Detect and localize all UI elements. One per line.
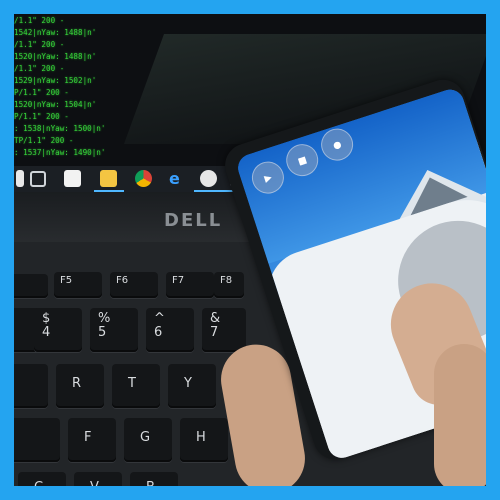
key-label: $ 4 (42, 312, 50, 340)
key[interactable] (14, 364, 48, 408)
dell-logo: DELL (164, 210, 222, 231)
search-box-icon[interactable] (16, 170, 24, 187)
app-icon[interactable] (200, 170, 217, 187)
key-label: H (196, 430, 206, 445)
task-view-icon[interactable] (30, 171, 46, 187)
terminal-line: 1542|nYaw: 1488|n' (14, 28, 96, 37)
blue-border-frame: /1.1" 200 - 1542|nYaw: 1488|n' /1.1" 200… (0, 0, 500, 500)
key-f[interactable]: F (68, 418, 116, 462)
terminal-line: P/1.1" 200 - (14, 112, 69, 121)
palm (434, 344, 486, 486)
key-t[interactable]: T (112, 364, 160, 408)
terminal-line: /1.1" 200 - (14, 16, 64, 25)
key[interactable] (14, 274, 48, 298)
terminal-line: /1.1" 200 - (14, 40, 64, 49)
key-label: F5 (60, 275, 72, 286)
key-v[interactable]: V (74, 472, 122, 486)
photo: /1.1" 200 - 1542|nYaw: 1488|n' /1.1" 200… (14, 14, 486, 486)
key-label: % 5 (98, 312, 110, 340)
key-label: F6 (116, 275, 128, 286)
key-f6[interactable]: F6 (110, 272, 158, 298)
key-label: ^ 6 (154, 312, 165, 340)
key[interactable] (14, 418, 60, 462)
key-g[interactable]: G (124, 418, 172, 462)
file-explorer-icon[interactable] (100, 170, 117, 187)
store-icon[interactable] (64, 170, 81, 187)
terminal-line: : 1538|nYaw: 1500|n' (14, 124, 105, 133)
terminal-line: 1520|nYaw: 1488|n' (14, 52, 96, 61)
key-label: F7 (172, 275, 184, 286)
key-f8[interactable]: F8 (214, 272, 244, 298)
terminal-line: : 1537|nYaw: 1490|n' (14, 148, 105, 157)
terminal-line: 1520|nYaw: 1504|n' (14, 100, 96, 109)
edge-icon[interactable]: e (169, 170, 186, 187)
key-label: F (84, 430, 91, 445)
key-label: C (34, 480, 43, 486)
key-label: T (128, 376, 136, 391)
chrome-icon[interactable] (135, 170, 152, 187)
key-y[interactable]: Y (168, 364, 216, 408)
key-4[interactable]: $ 4 (34, 308, 82, 352)
key-7[interactable]: & 7 (202, 308, 246, 352)
key-f7[interactable]: F7 (166, 272, 214, 298)
terminal-line: TP/1.1" 200 - (14, 136, 73, 145)
key-label: F8 (220, 275, 232, 286)
key-label: V (90, 480, 99, 486)
terminal-line: P/1.1" 200 - (14, 88, 69, 97)
key-5[interactable]: % 5 (90, 308, 138, 352)
key-h[interactable]: H (180, 418, 228, 462)
key-r[interactable]: R (56, 364, 104, 408)
key-label: R (72, 376, 81, 391)
key-c[interactable]: C (18, 472, 66, 486)
key-6[interactable]: ^ 6 (146, 308, 194, 352)
terminal-line: 1529|nYaw: 1502|n' (14, 76, 96, 85)
key-b[interactable]: B (130, 472, 178, 486)
key-label: G (140, 430, 150, 445)
key-label: & 7 (210, 312, 220, 340)
key-label: Y (184, 376, 192, 391)
terminal-line: /1.1" 200 - (14, 64, 64, 73)
key-label: B (146, 480, 155, 486)
key-f5[interactable]: F5 (54, 272, 102, 298)
